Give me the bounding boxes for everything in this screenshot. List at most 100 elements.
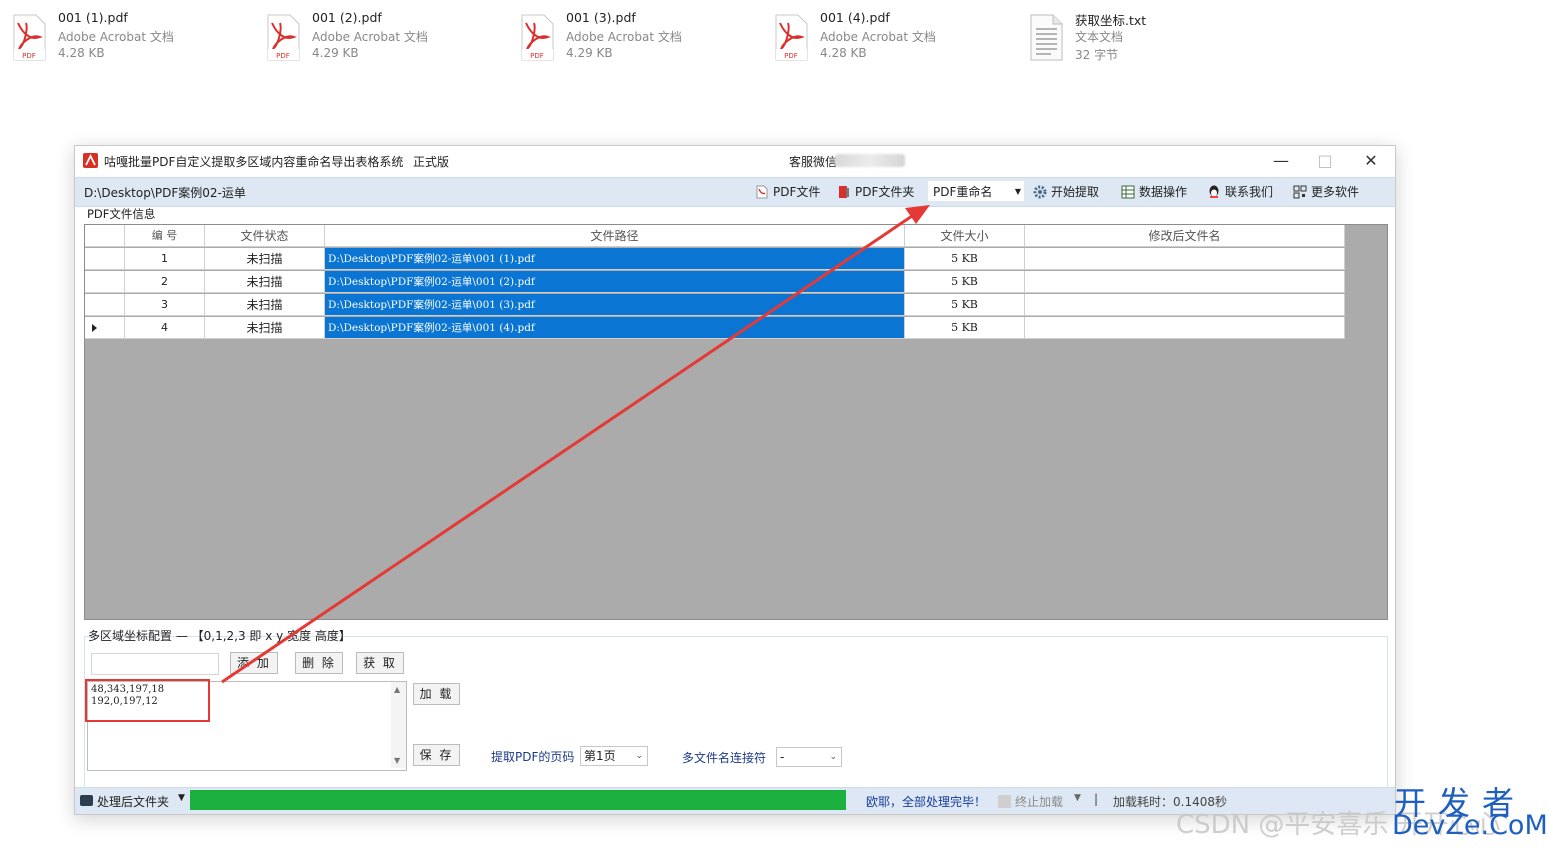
page-select-value: 第1页	[584, 749, 616, 763]
annotation-highlight-box	[85, 679, 210, 722]
joiner-select[interactable]: - ⌄	[776, 747, 842, 767]
row-path[interactable]: D:\Desktop\PDF案例02-运单\001 (2).pdf	[325, 271, 905, 293]
mode-select[interactable]: PDF重命名 ▼	[927, 180, 1025, 202]
row-new-name[interactable]	[1025, 248, 1345, 270]
current-row-arrow-icon	[92, 324, 97, 332]
row-new-name[interactable]	[1025, 271, 1345, 293]
title-bar: 咕嘎批量PDF自定义提取多区域内容重命名导出表格系统 正式版 客服微信 — □ …	[75, 146, 1395, 176]
app-title: 咕嘎批量PDF自定义提取多区域内容重命名导出表格系统	[104, 155, 404, 169]
add-button[interactable]: 添 加	[230, 652, 278, 674]
maximize-button[interactable]: □	[1303, 148, 1347, 174]
pdf-icon: PDF	[13, 14, 46, 61]
row-path[interactable]: D:\Desktop\PDF案例02-运单\001 (4).pdf	[325, 317, 905, 339]
row-number: 2	[125, 271, 205, 293]
svg-text:PDF: PDF	[784, 52, 798, 60]
status-separator: |	[1094, 792, 1099, 806]
close-button[interactable]: ✕	[1349, 148, 1393, 174]
output-folder-button[interactable]: 处理后文件夹	[97, 793, 169, 810]
progress-fill	[190, 790, 846, 810]
minimize-button[interactable]: —	[1259, 148, 1303, 174]
textarea-scrollbar[interactable]: ▲ ▼	[391, 682, 406, 768]
data-ops-button[interactable]: 数据操作	[1119, 181, 1187, 203]
customer-service-label: 客服微信	[789, 155, 838, 169]
row-number: 4	[125, 317, 205, 339]
file-name: 获取坐标.txt	[1075, 13, 1147, 28]
pdf-folder-button[interactable]: PDF文件夹	[835, 181, 914, 203]
file-type: Adobe Acrobat 文档	[312, 30, 428, 44]
desktop-file-5[interactable]: 获取坐标.txt 文本文档 32 字节	[1027, 8, 1257, 68]
contact-us-label: 联系我们	[1225, 185, 1274, 199]
gear-icon	[1033, 185, 1047, 199]
joiner-select-value: -	[780, 750, 785, 764]
row-selector[interactable]	[85, 248, 125, 270]
pdf-file-grid[interactable]: 编 号 文件状态 文件路径 文件大小 修改后文件名 1 未扫描 D:\Deskt…	[84, 224, 1388, 620]
start-extract-button[interactable]: 开始提取	[1031, 181, 1099, 203]
current-path: D:\Desktop\PDF案例02-运单	[84, 186, 246, 200]
pdf-icon: PDF	[521, 14, 554, 61]
row-status: 未扫描	[205, 294, 325, 316]
chevron-down-icon: ⌄	[635, 751, 643, 761]
file-name: 001 (3).pdf	[566, 10, 636, 25]
pdf-info-group-label: PDF文件信息	[87, 207, 156, 221]
file-name: 001 (1).pdf	[58, 10, 128, 25]
row-new-name[interactable]	[1025, 294, 1345, 316]
page-select[interactable]: 第1页 ⌄	[580, 746, 648, 766]
file-size: 4.29 KB	[566, 46, 613, 60]
column-header[interactable]: 文件路径	[325, 225, 905, 247]
file-name: 001 (2).pdf	[312, 10, 382, 25]
desktop-file-3[interactable]: PDF 001 (3).pdf Adobe Acrobat 文档 4.29 KB	[518, 8, 748, 68]
load-button[interactable]: 加 载	[413, 683, 460, 705]
scroll-down-icon[interactable]: ▼	[394, 756, 400, 765]
qq-penguin-icon	[1209, 185, 1219, 198]
row-number: 1	[125, 248, 205, 270]
column-header[interactable]: 文件大小	[905, 225, 1025, 247]
row-status: 未扫描	[205, 271, 325, 293]
row-size: 5 KB	[905, 248, 1025, 270]
row-header-corner	[85, 225, 125, 247]
file-size: 32 字节	[1075, 48, 1119, 62]
row-selector[interactable]	[85, 317, 125, 339]
pdf-icon	[756, 185, 768, 199]
row-path[interactable]: D:\Desktop\PDF案例02-运单\001 (3).pdf	[325, 294, 905, 316]
scroll-up-icon[interactable]: ▲	[394, 685, 400, 694]
row-selector[interactable]	[85, 294, 125, 316]
row-number: 3	[125, 294, 205, 316]
chevron-down-icon[interactable]: ▼	[178, 793, 185, 803]
pdf-file-button[interactable]: PDF文件	[753, 181, 820, 203]
row-size: 5 KB	[905, 317, 1025, 339]
row-path[interactable]: D:\Desktop\PDF案例02-运单\001 (1).pdf	[325, 248, 905, 270]
data-ops-label: 数据操作	[1139, 185, 1188, 199]
column-header[interactable]: 编 号	[125, 225, 205, 247]
desktop-file-4[interactable]: PDF 001 (4).pdf Adobe Acrobat 文档 4.28 KB	[772, 8, 1002, 68]
file-size: 4.29 KB	[312, 46, 359, 60]
pdf-file-label: PDF文件	[773, 185, 821, 199]
svg-text:PDF: PDF	[276, 52, 290, 60]
file-type: Adobe Acrobat 文档	[58, 30, 174, 44]
row-selector[interactable]	[85, 271, 125, 293]
row-status: 未扫描	[205, 317, 325, 339]
column-header[interactable]: 文件状态	[205, 225, 325, 247]
pdf-folder-label: PDF文件夹	[855, 185, 915, 199]
desktop-file-1[interactable]: PDF 001 (1).pdf Adobe Acrobat 文档 4.28 KB	[10, 8, 240, 68]
chevron-down-icon[interactable]: ▼	[1074, 793, 1081, 803]
chevron-down-icon: ⌄	[829, 752, 837, 762]
row-status: 未扫描	[205, 248, 325, 270]
more-software-button[interactable]: 更多软件	[1291, 181, 1359, 203]
devze-logo-en: DevZe.CoM	[1392, 810, 1548, 841]
save-button[interactable]: 保 存	[413, 744, 460, 766]
start-extract-label: 开始提取	[1051, 185, 1100, 199]
get-button[interactable]: 获 取	[356, 652, 404, 674]
column-header[interactable]: 修改后文件名	[1025, 225, 1345, 247]
coord-name-input[interactable]	[91, 653, 219, 675]
contact-us-button[interactable]: 联系我们	[1205, 181, 1273, 203]
file-size: 4.28 KB	[58, 46, 105, 60]
row-new-name[interactable]	[1025, 317, 1345, 339]
stop-load-label: 终止加载	[1015, 795, 1064, 809]
toolbar: D:\Desktop\PDF案例02-运单 PDF文件 PDF文件夹 PDF重命…	[75, 177, 1395, 207]
desktop-file-2[interactable]: PDF 001 (2).pdf Adobe Acrobat 文档 4.29 KB	[264, 8, 494, 68]
delete-button[interactable]: 删 除	[295, 652, 343, 674]
row-size: 5 KB	[905, 294, 1025, 316]
stop-load-checkbox[interactable]	[998, 795, 1011, 808]
svg-text:PDF: PDF	[22, 52, 36, 60]
text-file-icon	[1030, 14, 1063, 61]
